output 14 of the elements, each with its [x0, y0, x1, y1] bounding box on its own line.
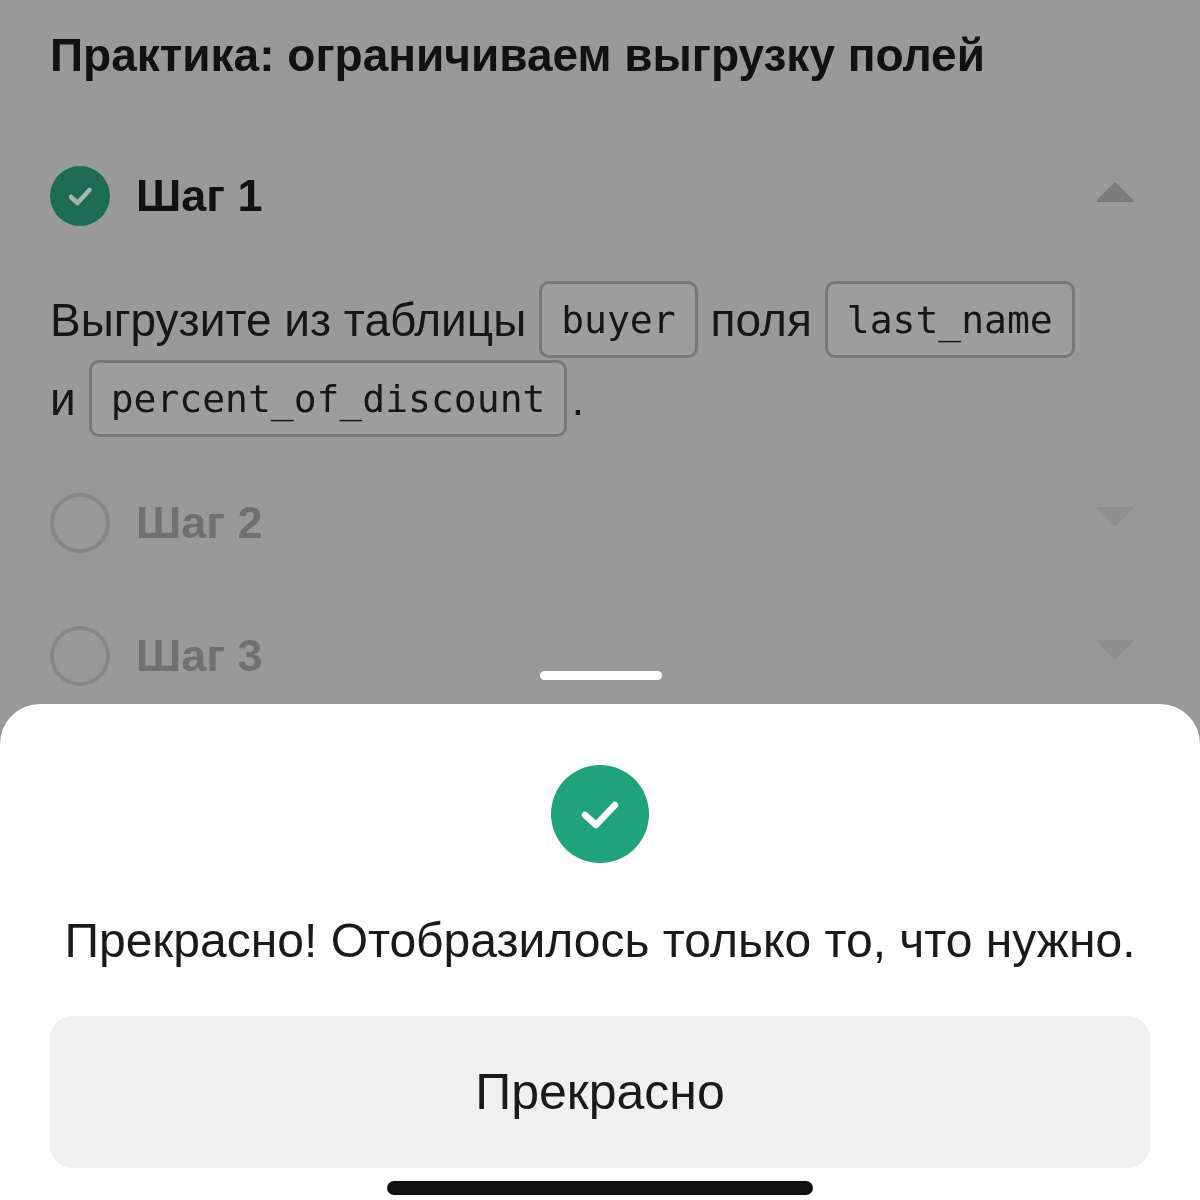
confirm-button[interactable]: Прекрасно: [50, 1016, 1150, 1168]
caret-up-icon[interactable]: [1095, 180, 1135, 204]
code-snippet: buyer: [539, 281, 698, 358]
step-title: Шаг 1: [136, 169, 263, 223]
instruction-text: Выгрузите из таблицы: [50, 292, 527, 348]
instruction-text: .: [571, 371, 585, 427]
page-title: Практика: ограничиваем выгрузку полей: [50, 28, 985, 82]
instruction-text: и: [50, 371, 76, 427]
check-circle-icon: [551, 765, 649, 863]
success-message: Прекрасно! Отобразилось только то, что нужно.: [64, 913, 1136, 969]
instruction-text: поля: [710, 292, 812, 348]
sheet-handle[interactable]: [540, 671, 662, 680]
code-snippet: last_name: [824, 281, 1075, 358]
code-snippet: percent_of_discount: [88, 360, 568, 437]
